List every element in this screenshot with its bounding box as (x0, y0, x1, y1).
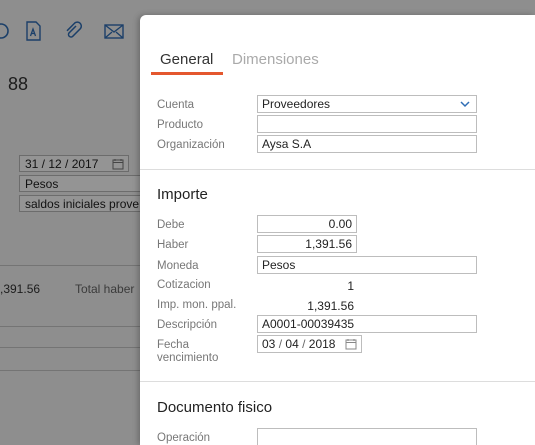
section-divider (140, 381, 535, 382)
producto-label: Producto (157, 119, 204, 131)
tab-dimensiones[interactable]: Dimensiones (232, 51, 319, 68)
fecha-vencimiento-input[interactable]: 03 / 04 / 2018 (257, 335, 362, 353)
fecha-label-line2: vencimiento (157, 352, 219, 364)
fecha-year: 2018 (308, 337, 336, 351)
cuenta-value: Proveedores (262, 97, 331, 111)
organizacion-label: Organización (157, 139, 225, 151)
haber-label: Haber (157, 239, 189, 251)
descripcion-input[interactable]: A0001-00039435 (257, 315, 477, 333)
detail-panel: General Dimensiones Cuenta Proveedores P… (140, 15, 535, 445)
fecha-label: Fecha vencimiento (157, 339, 218, 365)
cotizacion-value: 1 (347, 279, 354, 293)
producto-input[interactable] (257, 115, 477, 133)
moneda-label: Moneda (157, 260, 199, 272)
debe-label: Debe (157, 219, 185, 231)
cotizacion-label: Cotizacion (157, 279, 211, 291)
active-tab-indicator (151, 72, 223, 75)
cuenta-label: Cuenta (157, 99, 195, 111)
fecha-month: 04 (285, 337, 299, 351)
importe-title: Importe (157, 186, 208, 203)
haber-input[interactable]: 1,391.56 (257, 235, 357, 253)
cuenta-select[interactable]: Proveedores (257, 95, 477, 113)
moneda-input[interactable]: Pesos (257, 256, 477, 274)
debe-input[interactable]: 0.00 (257, 215, 357, 233)
imp-mon-ppal-label: Imp. mon. ppal. (157, 299, 237, 311)
fecha-label-line1: Fecha (157, 339, 189, 351)
calendar-icon[interactable] (345, 338, 357, 350)
organizacion-input[interactable]: Aysa S.A (257, 135, 477, 153)
fecha-day: 03 (262, 337, 276, 351)
tab-general[interactable]: General (160, 51, 213, 68)
chevron-down-icon[interactable] (459, 98, 471, 110)
operacion-label: Operación (157, 432, 211, 444)
descripcion-label: Descripción (157, 319, 218, 331)
operacion-input[interactable] (257, 428, 477, 445)
section-divider (140, 169, 535, 170)
documento-fisico-title: Documento fisico (157, 399, 273, 416)
imp-mon-ppal-value: 1,391.56 (307, 299, 354, 313)
